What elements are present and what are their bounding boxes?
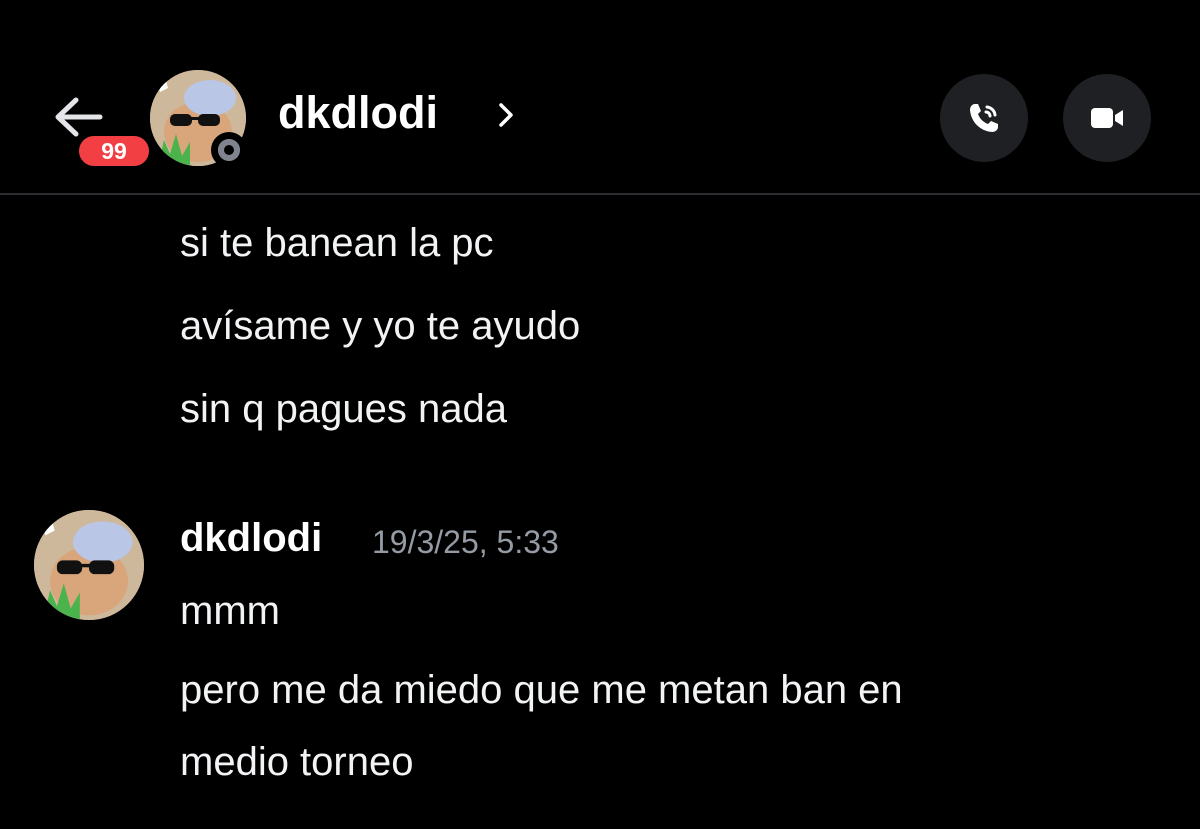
header-divider [0, 193, 1200, 195]
phone-icon [970, 104, 998, 132]
message-timestamp: 19/3/25, 5:33 [372, 524, 559, 560]
message-text: si te banean la pc [180, 221, 494, 265]
message-text: avísame y yo te ayudo [180, 304, 581, 348]
message-text: pero me da miedo que me metan ban en [180, 668, 903, 712]
voice-call-button[interactable] [940, 74, 1028, 162]
message-text: medio torneo [180, 740, 414, 784]
avatar-image [34, 510, 144, 620]
channel-name[interactable]: dkdlodi [278, 83, 438, 143]
message-text: sin q pagues nada [180, 387, 507, 431]
unread-badge: 99 [76, 133, 152, 169]
message-author[interactable]: dkdlodi [180, 510, 322, 566]
offline-status-icon [211, 132, 247, 168]
chevron-right-icon[interactable] [494, 99, 518, 131]
video-call-button[interactable] [1063, 74, 1151, 162]
video-camera-icon [1091, 108, 1123, 128]
chat-header: 99 dkdlodi [0, 0, 1200, 195]
message-text: mmm [180, 589, 280, 633]
message-avatar[interactable] [34, 510, 144, 620]
